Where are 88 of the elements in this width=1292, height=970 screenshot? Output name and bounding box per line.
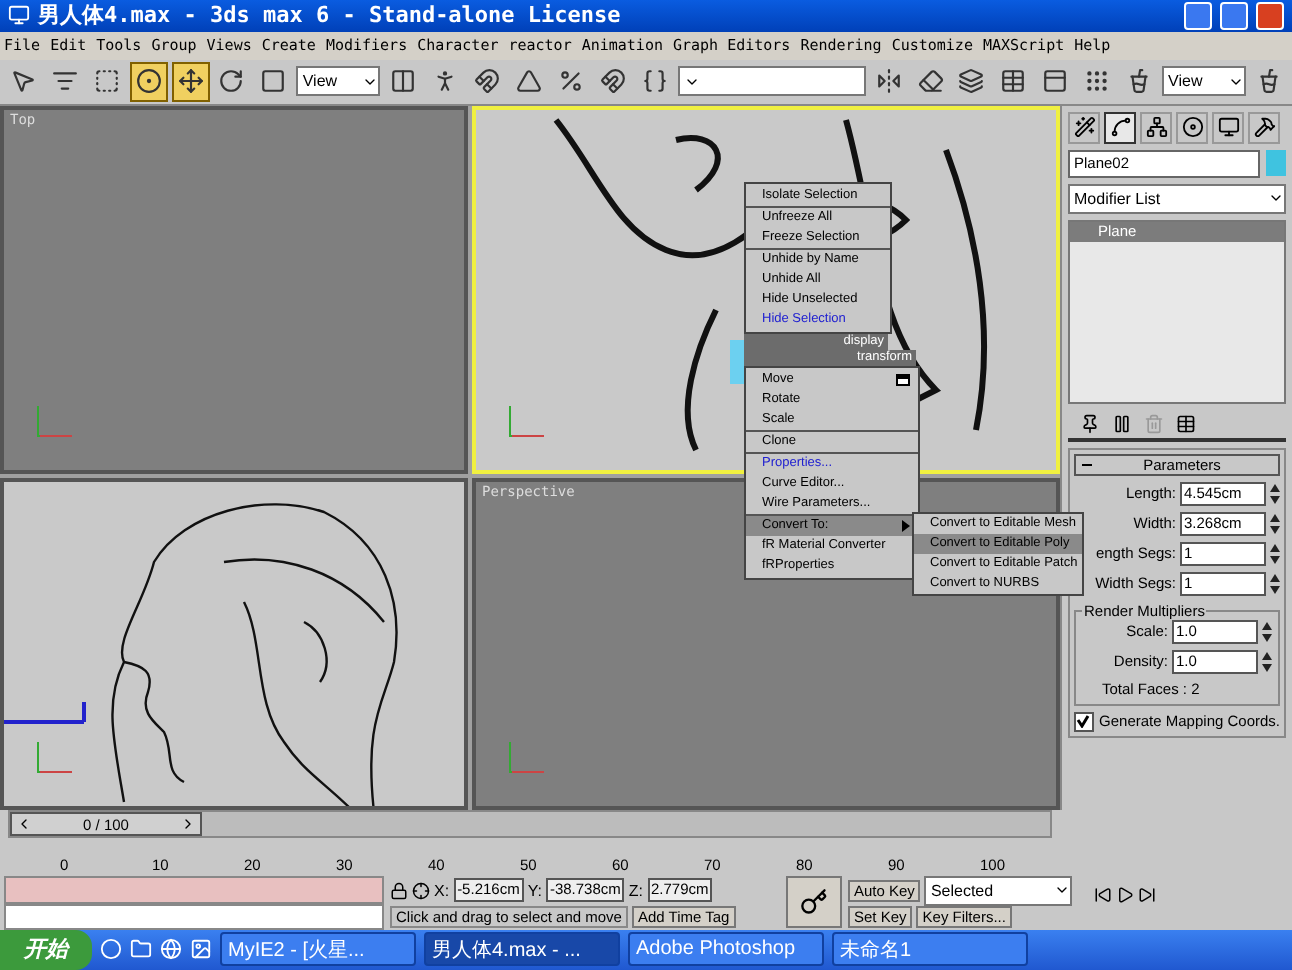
key-mode-dropdown[interactable]: Selected xyxy=(924,875,1073,906)
move-icon xyxy=(177,68,204,95)
left-chevron-icon[interactable] xyxy=(16,816,32,833)
monitor-icon xyxy=(1217,116,1239,139)
spinner-button[interactable] xyxy=(1270,513,1280,534)
layers-icon xyxy=(958,68,985,95)
hierarchy-icon xyxy=(1145,116,1167,139)
eraser-icon xyxy=(917,68,944,95)
curve-icon xyxy=(1109,116,1131,139)
skip-forward-icon[interactable] xyxy=(1138,885,1156,904)
wand-icon xyxy=(1073,116,1095,139)
key-button[interactable] xyxy=(786,876,842,929)
panel-tab[interactable] xyxy=(1176,111,1208,144)
spinner-button[interactable] xyxy=(1270,573,1280,594)
axis-label: X: xyxy=(434,881,450,900)
modifier-list-dropdown[interactable]: Modifier List xyxy=(1068,183,1286,214)
skip-back-icon[interactable] xyxy=(1094,885,1112,904)
panel-tab[interactable] xyxy=(1068,111,1100,144)
magnet-icon xyxy=(599,68,626,95)
spinner-button[interactable] xyxy=(1262,651,1272,672)
spinner-button[interactable] xyxy=(1262,621,1272,642)
mirror-icon xyxy=(875,68,902,95)
braces-icon xyxy=(641,68,668,95)
table-icon xyxy=(1000,68,1027,95)
axis-tripod-icon xyxy=(504,738,548,779)
globe-icon[interactable] xyxy=(160,938,182,961)
axis-tripod-icon xyxy=(32,738,76,779)
dots-icon xyxy=(1084,68,1111,95)
panel-tab[interactable] xyxy=(1212,111,1244,144)
crosshair-icon[interactable] xyxy=(412,881,430,900)
axis-label: Y: xyxy=(527,881,542,900)
axis-tripod-icon xyxy=(32,401,76,442)
axis-label: Z: xyxy=(628,881,643,900)
script-output-field[interactable] xyxy=(4,904,384,930)
app-icon xyxy=(8,4,30,27)
panel-tab[interactable] xyxy=(1248,111,1280,144)
spinner-button[interactable] xyxy=(1270,483,1280,504)
figure-icon xyxy=(432,68,459,95)
percent-icon xyxy=(557,68,584,95)
hammer-icon xyxy=(1253,116,1275,139)
table-icon[interactable] xyxy=(1176,413,1196,434)
close-button[interactable] xyxy=(1256,1,1284,30)
key-icon xyxy=(800,888,828,917)
pin-icon[interactable] xyxy=(1080,413,1100,434)
color-swatch[interactable] xyxy=(1266,149,1286,176)
checkbox[interactable] xyxy=(1074,711,1094,732)
taskbar-button[interactable]: MyIE2 - [火星... xyxy=(220,932,416,967)
panel-tab[interactable] xyxy=(1104,111,1136,144)
dashed-square-icon xyxy=(93,68,120,95)
folder-icon[interactable] xyxy=(130,938,152,961)
window-title: 男人体4.max - 3ds max 6 - Stand-alone License xyxy=(38,0,623,31)
submenu-arrow-icon xyxy=(902,519,910,532)
circle-icon[interactable] xyxy=(100,938,122,961)
maximize-button[interactable] xyxy=(1220,1,1248,30)
list-icon xyxy=(51,68,78,95)
taskbar-button[interactable]: 男人体4.max - ... xyxy=(424,932,620,967)
magnet-icon xyxy=(474,68,501,95)
start-button[interactable]: 开始 xyxy=(0,929,92,970)
sketch-stroke xyxy=(684,308,719,451)
right-chevron-icon[interactable] xyxy=(180,816,196,833)
taskbar-button[interactable]: 未命名1 xyxy=(832,932,1028,967)
lock-icon[interactable] xyxy=(390,881,408,900)
axis-tripod-icon xyxy=(504,401,548,442)
disc-icon xyxy=(1181,116,1203,139)
panel-icon xyxy=(1042,68,1069,95)
options-box-icon[interactable] xyxy=(896,373,910,386)
toolbar-button[interactable] xyxy=(129,61,168,102)
square-icon xyxy=(260,68,287,95)
script-listener-field[interactable] xyxy=(4,876,384,905)
play-icon[interactable] xyxy=(1116,885,1134,904)
panel-tab[interactable] xyxy=(1140,111,1172,144)
cup-icon xyxy=(1126,68,1153,95)
pointer-icon xyxy=(9,68,36,95)
columns-icon xyxy=(390,68,417,95)
triangle-icon xyxy=(516,68,543,95)
minimize-button[interactable] xyxy=(1184,1,1212,30)
pause-icon[interactable] xyxy=(1112,413,1132,434)
target-icon xyxy=(135,68,162,95)
spinner-button[interactable] xyxy=(1270,543,1280,564)
image-icon[interactable] xyxy=(190,938,212,961)
minus-icon xyxy=(1082,459,1092,470)
toolbar-dropdown[interactable] xyxy=(677,66,866,97)
rotate-icon xyxy=(218,68,245,95)
toolbar-dropdown[interactable]: View xyxy=(296,66,381,97)
taskbar-button[interactable]: Adobe Photoshop xyxy=(628,932,824,967)
toolbar-dropdown[interactable]: View xyxy=(1162,66,1247,97)
toolbar-button[interactable] xyxy=(171,61,210,102)
cup-icon xyxy=(1255,68,1282,95)
